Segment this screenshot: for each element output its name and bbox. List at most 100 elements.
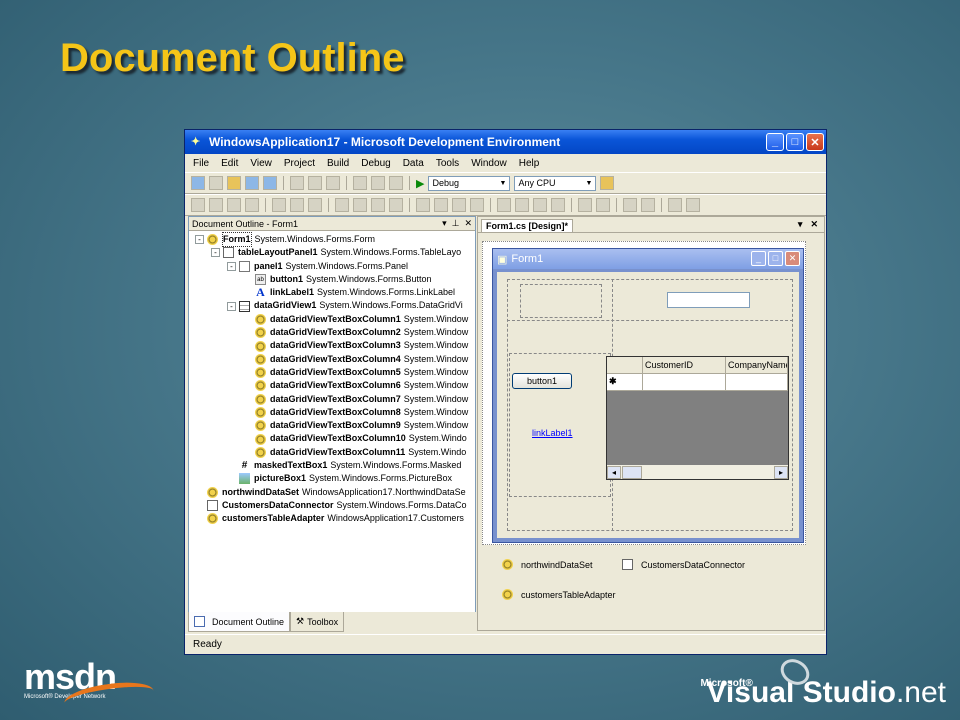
- configuration-select[interactable]: Debug ▼: [428, 175, 511, 191]
- redo-icon[interactable]: [371, 176, 385, 190]
- outline-item[interactable]: - tableLayoutPanel1 System.Windows.Forms.T…: [189, 246, 475, 259]
- menu-project[interactable]: Project: [284, 158, 315, 169]
- menu-help[interactable]: Help: [519, 158, 540, 169]
- outline-item[interactable]: - Form1 System.Windows.Forms.Form: [189, 232, 475, 248]
- outline-item[interactable]: dataGridViewTextBoxColumn6 System.Window: [189, 379, 475, 392]
- tab-document-outline[interactable]: Document Outline: [188, 612, 291, 632]
- form-close-button[interactable]: ✕: [785, 251, 800, 266]
- platform-select[interactable]: Any CPU ▼: [514, 175, 597, 191]
- tray-customers-data-connector[interactable]: CustomersDataConnector: [622, 559, 745, 570]
- outline-item[interactable]: dataGridViewTextBoxColumn5 System.Window: [189, 366, 475, 379]
- masked-textbox-placeholder[interactable]: [520, 284, 602, 318]
- outline-item[interactable]: northwindDataSet WindowsApplication17.Nor…: [189, 486, 475, 499]
- outline-item[interactable]: dataGridViewTextBoxColumn9 System.Window: [189, 419, 475, 432]
- column-companyname[interactable]: CompanyName: [726, 357, 788, 374]
- masked-text-box[interactable]: [667, 292, 750, 308]
- tab-menu-icon[interactable]: ▾: [798, 219, 803, 230]
- close-button[interactable]: ✕: [806, 133, 824, 151]
- align-middle-icon[interactable]: [290, 198, 304, 212]
- hspacing-inc-icon[interactable]: [434, 198, 448, 212]
- outline-item[interactable]: dataGridViewTextBoxColumn4 System.Window: [189, 353, 475, 366]
- outline-item[interactable]: - dataGridView1 System.Windows.Forms.DataG…: [189, 299, 475, 312]
- menu-data[interactable]: Data: [403, 158, 424, 169]
- navigate-icon[interactable]: [389, 176, 403, 190]
- outline-item[interactable]: - panel1 System.Windows.Forms.Panel: [189, 260, 475, 273]
- tray-northwind-dataset[interactable]: northwindDataSet: [502, 559, 593, 570]
- close-tab-icon[interactable]: ✕: [810, 219, 818, 230]
- center-h-icon[interactable]: [578, 198, 592, 212]
- tab-order-icon[interactable]: [668, 198, 682, 212]
- align-bottom-icon[interactable]: [308, 198, 322, 212]
- size-to-grid-icon[interactable]: [389, 198, 403, 212]
- cut-icon[interactable]: [290, 176, 304, 190]
- same-height-icon[interactable]: [353, 198, 367, 212]
- send-back-icon[interactable]: [641, 198, 655, 212]
- collapse-icon[interactable]: -: [227, 301, 236, 311]
- menu-debug[interactable]: Debug: [361, 158, 390, 169]
- form1-window[interactable]: ▣ Form1 _ □ ✕ button1 linkLabel1 Custome…: [492, 248, 804, 543]
- pane-menu-icon[interactable]: ▾: [442, 218, 447, 229]
- menu-file[interactable]: File: [193, 158, 209, 169]
- tray-customers-table-adapter[interactable]: customersTableAdapter: [502, 589, 616, 600]
- add-item-icon[interactable]: [209, 176, 223, 190]
- pin-icon[interactable]: ⊥: [452, 218, 460, 229]
- same-width-icon[interactable]: [335, 198, 349, 212]
- find-icon[interactable]: [600, 176, 615, 190]
- collapse-icon[interactable]: -: [195, 235, 204, 245]
- vspacing-remove-icon[interactable]: [551, 198, 565, 212]
- outline-item[interactable]: dataGridViewTextBoxColumn7 System.Window: [189, 393, 475, 406]
- link-label1[interactable]: linkLabel1: [532, 428, 573, 438]
- menu-tools[interactable]: Tools: [436, 158, 459, 169]
- outline-item[interactable]: dataGridViewTextBoxColumn8 System.Window: [189, 406, 475, 419]
- menu-window[interactable]: Window: [471, 158, 507, 169]
- hspacing-remove-icon[interactable]: [470, 198, 484, 212]
- outline-item[interactable]: dataGridViewTextBoxColumn1 System.Window: [189, 313, 475, 326]
- same-size-icon[interactable]: [371, 198, 385, 212]
- grid-new-row[interactable]: ✱: [607, 374, 788, 391]
- hspacing-dec-icon[interactable]: [452, 198, 466, 212]
- center-v-icon[interactable]: [596, 198, 610, 212]
- grid-scrollbar[interactable]: ◂ ▸: [607, 465, 788, 479]
- align-center-icon[interactable]: [227, 198, 241, 212]
- vspacing-icon[interactable]: [497, 198, 511, 212]
- lock-controls-icon[interactable]: [686, 198, 700, 212]
- copy-icon[interactable]: [308, 176, 322, 190]
- tab-toolbox[interactable]: ⚒ Toolbox: [290, 612, 345, 632]
- tab-form1-design[interactable]: Form1.cs [Design]*: [481, 219, 574, 232]
- outline-item[interactable]: AlinkLabel1 System.Windows.Forms.LinkLabe…: [189, 286, 475, 299]
- outline-item[interactable]: ab button1 System.Windows.Forms.Button: [189, 273, 475, 286]
- maximize-button[interactable]: □: [786, 133, 804, 151]
- undo-icon[interactable]: [353, 176, 367, 190]
- collapse-icon[interactable]: -: [227, 261, 236, 271]
- outline-item[interactable]: customersTableAdapter WindowsApplication1…: [189, 512, 475, 525]
- save-all-icon[interactable]: [263, 176, 277, 190]
- data-grid-view[interactable]: CustomerID CompanyName ✱ ◂ ▸: [606, 356, 789, 480]
- menu-view[interactable]: View: [250, 158, 272, 169]
- new-project-icon[interactable]: [191, 176, 205, 190]
- align-top-icon[interactable]: [272, 198, 286, 212]
- align-icon[interactable]: [191, 198, 205, 212]
- outline-item[interactable]: pictureBox1 System.Windows.Forms.PictureB…: [189, 472, 475, 485]
- collapse-icon[interactable]: -: [211, 248, 220, 258]
- column-customerid[interactable]: CustomerID: [643, 357, 726, 374]
- outline-item[interactable]: dataGridViewTextBoxColumn10 System.Windo: [189, 432, 475, 445]
- save-icon[interactable]: [245, 176, 259, 190]
- outline-item[interactable]: CustomersDataConnector System.Windows.For…: [189, 499, 475, 512]
- outline-item[interactable]: # maskedTextBox1 System.Windows.Forms.Mask…: [189, 459, 475, 472]
- align-right-icon[interactable]: [245, 198, 259, 212]
- form-maximize-button[interactable]: □: [768, 251, 783, 266]
- vspacing-inc-icon[interactable]: [515, 198, 529, 212]
- open-icon[interactable]: [227, 176, 241, 190]
- button1[interactable]: button1: [512, 373, 572, 389]
- outline-item[interactable]: dataGridViewTextBoxColumn2 System.Window: [189, 326, 475, 339]
- scroll-right-icon[interactable]: ▸: [774, 465, 788, 479]
- window-titlebar[interactable]: ✦ WindowsApplication17 - Microsoft Devel…: [185, 130, 826, 154]
- close-pane-icon[interactable]: ✕: [464, 218, 472, 229]
- paste-icon[interactable]: [326, 176, 340, 190]
- menu-build[interactable]: Build: [327, 158, 349, 169]
- scroll-left-icon[interactable]: ◂: [607, 465, 621, 479]
- align-left-icon[interactable]: [209, 198, 223, 212]
- outline-item[interactable]: dataGridViewTextBoxColumn3 System.Window: [189, 339, 475, 352]
- start-debug-icon[interactable]: ▶: [416, 177, 424, 190]
- vspacing-dec-icon[interactable]: [533, 198, 547, 212]
